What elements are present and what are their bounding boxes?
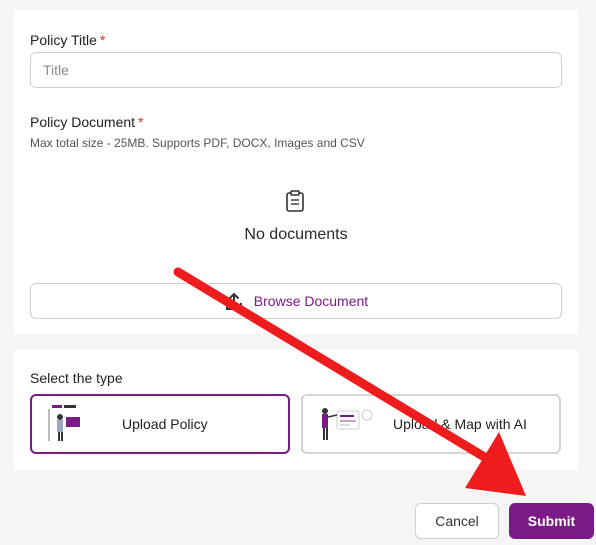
browse-document-label: Browse Document [253,293,369,309]
clipboard-icon [286,190,304,212]
required-mark: * [99,32,106,48]
empty-documents-text: No documents [244,226,348,243]
type-option-label: Upload & Map with AI [393,416,527,432]
ai-map-illustration [322,408,373,440]
policy-document-hint: Max total size - 25MB. Supports PDF, DOC… [30,136,365,150]
required-mark: * [138,114,144,130]
policy-title-input[interactable] [30,52,562,88]
type-option-upload-map-ai[interactable]: Upload & Map with AI [301,394,561,454]
policy-form-card: Policy Title* Policy Document* Max total… [14,10,578,334]
policy-title-label: Policy Title * [30,32,106,48]
browse-document-button[interactable]: Browse Document [30,283,562,319]
upload-policy-illustration [48,405,80,441]
type-select-card: Select the type Upload Policy Upload & M… [14,350,578,470]
cancel-button[interactable]: Cancel [415,503,499,539]
type-option-label: Upload Policy [122,416,208,432]
type-option-upload-policy[interactable]: Upload Policy [30,394,290,454]
select-type-label: Select the type [30,370,123,386]
submit-button[interactable]: Submit [509,503,594,539]
policy-document-label: Policy Document * [30,114,144,130]
upload-icon [225,292,242,310]
